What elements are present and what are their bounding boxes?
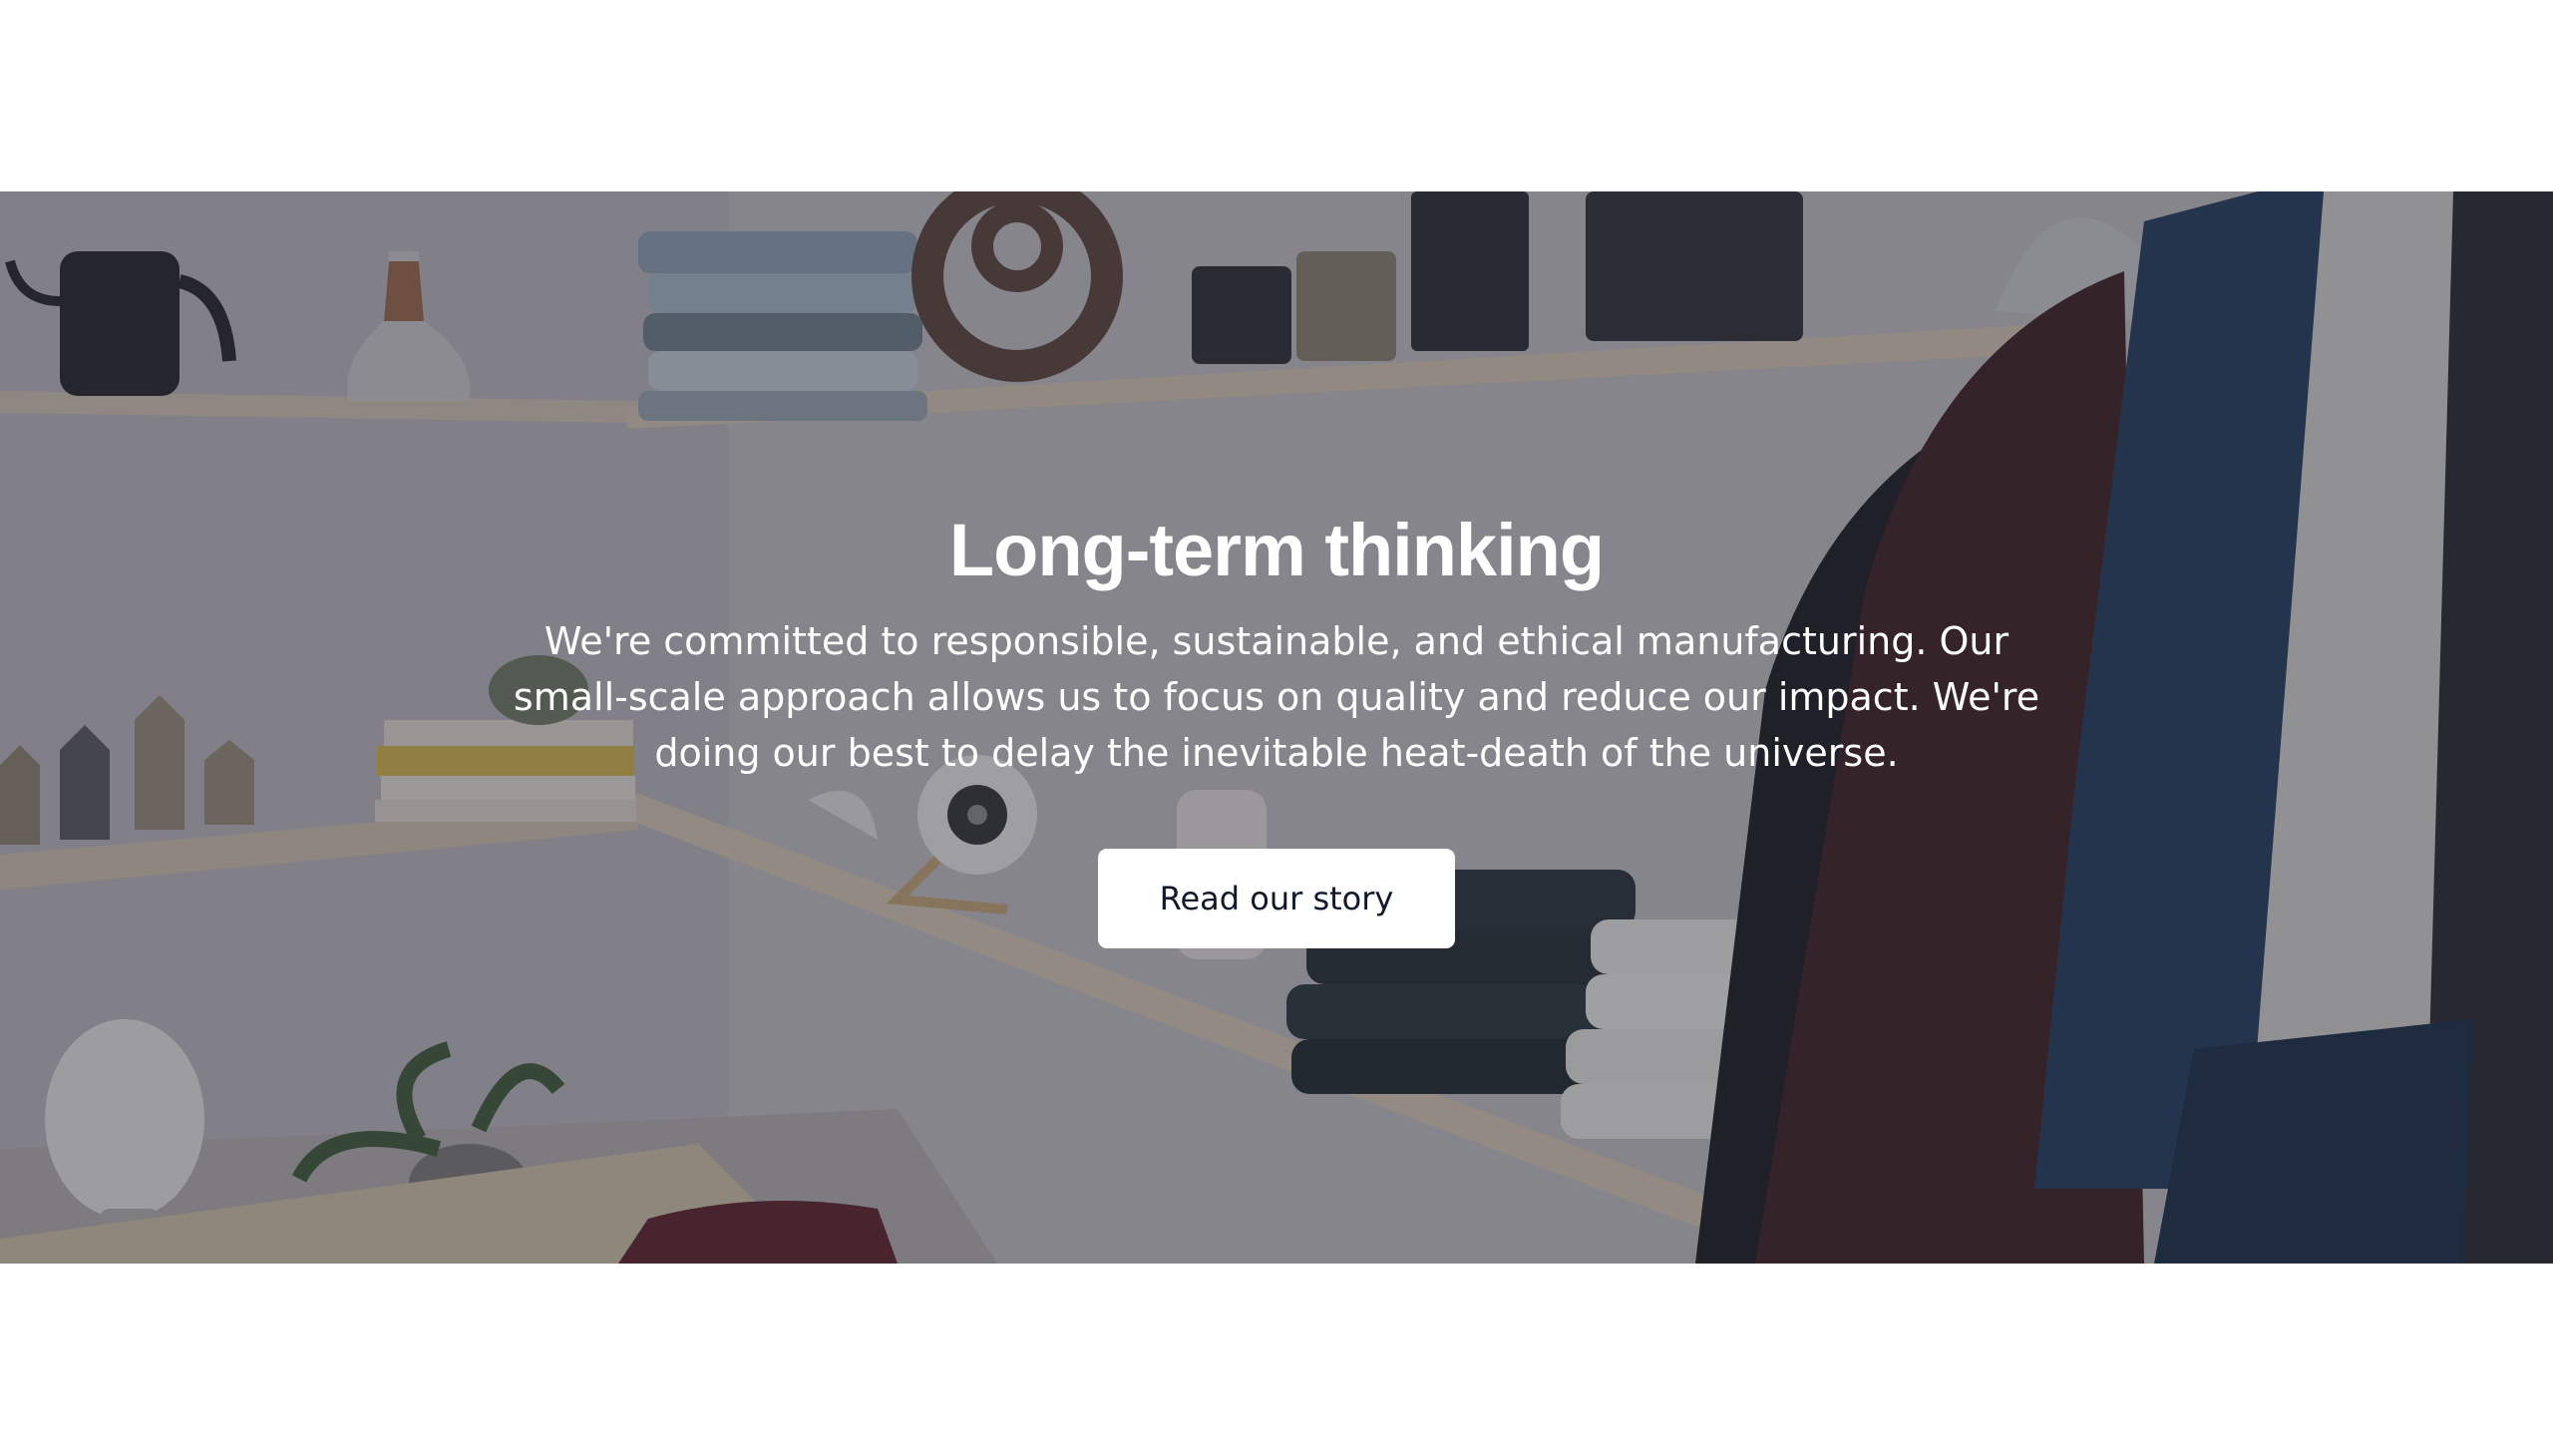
- hero-content: Long-term thinking We're committed to re…: [0, 191, 2553, 1264]
- read-our-story-button-label: Read our story: [1159, 880, 1394, 917]
- page: Long-term thinking We're committed to re…: [0, 0, 2553, 1456]
- hero-section: Long-term thinking We're committed to re…: [0, 191, 2553, 1264]
- read-our-story-button[interactable]: Read our story: [1098, 849, 1455, 948]
- hero-title: Long-term thinking: [948, 509, 1605, 591]
- hero-description: We're committed to responsible, sustaina…: [513, 619, 2040, 775]
